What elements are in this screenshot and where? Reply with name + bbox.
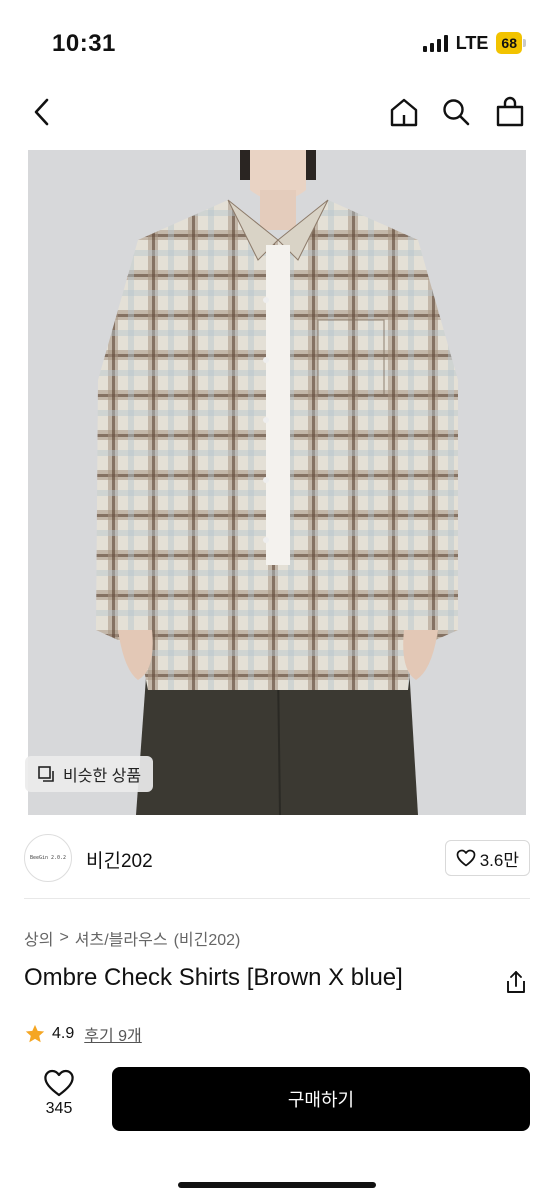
product-title: Ombre Check Shirts [Brown X blue] <box>24 964 403 991</box>
chevron-left-icon <box>34 98 49 126</box>
similar-products-label: 비슷한 상품 <box>63 768 142 785</box>
brand-like-button[interactable]: 3.6만 <box>444 840 530 876</box>
home-icon <box>390 98 418 127</box>
back-button[interactable] <box>22 92 62 132</box>
brand-logo[interactable]: BeeGin 2.0.2 <box>24 834 72 882</box>
breadcrumb-subcategory[interactable]: 셔츠/블라우스 <box>75 926 168 950</box>
star-icon <box>25 1024 45 1043</box>
wishlist-button[interactable]: 345 <box>30 1068 88 1128</box>
status-indicators: LTE 68 <box>422 32 526 54</box>
signal-icon <box>422 34 448 52</box>
product-photo <box>28 150 526 815</box>
brand-row: BeeGin 2.0.2 비긴202 3.6만 <box>0 830 554 890</box>
status-time: 10:31 <box>52 30 116 57</box>
search-icon <box>443 99 470 126</box>
breadcrumb: 상의 > 셔츠/블라우스 (비긴202) <box>24 926 240 950</box>
status-bar: 10:31 LTE 68 <box>0 0 554 80</box>
home-button[interactable] <box>384 92 424 132</box>
brand-name[interactable]: 비긴202 <box>86 846 153 873</box>
top-navigation <box>0 84 554 140</box>
share-icon <box>507 971 525 993</box>
shopping-bag-icon <box>496 96 524 127</box>
battery-icon: 68 <box>496 32 526 54</box>
cart-button[interactable] <box>490 92 530 132</box>
similar-products-icon <box>38 766 54 782</box>
breadcrumb-brand: (비긴202) <box>173 932 241 949</box>
share-button[interactable] <box>500 966 532 998</box>
network-type: LTE <box>455 32 489 53</box>
rating-score: 4.9 <box>52 1025 75 1042</box>
home-indicator <box>178 1182 376 1188</box>
divider <box>24 898 530 899</box>
breadcrumb-category[interactable]: 상의 <box>24 926 53 950</box>
heart-outline-icon <box>456 849 476 867</box>
buy-button[interactable]: 구매하기 <box>112 1067 530 1131</box>
brand-logo-text: BeeGin 2.0.2 <box>29 855 67 861</box>
breadcrumb-separator: > <box>59 929 69 946</box>
battery-level: 68 <box>496 32 522 54</box>
review-link[interactable]: 후기 9개 <box>84 1022 142 1046</box>
wishlist-count: 345 <box>45 1100 73 1117</box>
similar-products-button[interactable]: 비슷한 상품 <box>25 756 154 792</box>
search-button[interactable] <box>436 92 476 132</box>
product-image[interactable] <box>28 150 526 815</box>
heart-outline-icon <box>44 1069 74 1097</box>
rating-row: 4.9 후기 9개 <box>24 1022 142 1046</box>
brand-like-count: 3.6만 <box>479 850 519 870</box>
